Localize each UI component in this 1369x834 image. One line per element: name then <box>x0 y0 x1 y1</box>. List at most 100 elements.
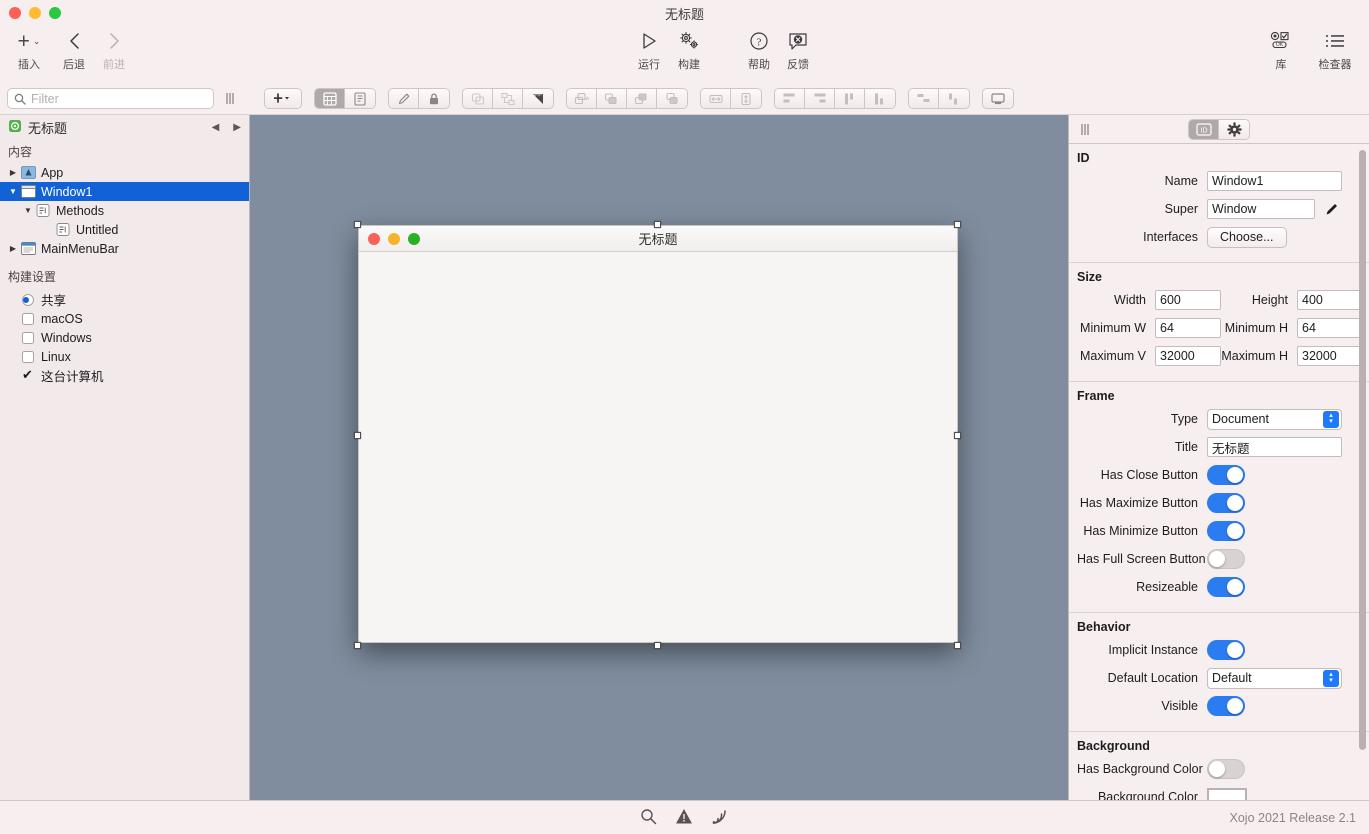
name-field[interactable] <box>1207 171 1342 191</box>
tree-item-app[interactable]: ▶ App <box>0 163 249 182</box>
disclosure-triangle-icon[interactable]: ▼ <box>21 206 35 215</box>
has-close-button-toggle[interactable] <box>1207 465 1245 485</box>
id-badge-icon[interactable]: ID <box>1189 120 1219 139</box>
run-button[interactable]: 运行 <box>630 26 668 72</box>
inspector-scroll-area[interactable]: ID Name Super <box>1069 144 1369 800</box>
has-background-color-toggle[interactable] <box>1207 759 1245 779</box>
resize-handle-middle-right[interactable] <box>954 432 961 439</box>
align-left-icon[interactable] <box>775 89 805 108</box>
resize-handle-middle-left[interactable] <box>354 432 361 439</box>
code-list-icon[interactable] <box>345 89 375 108</box>
disclosure-triangle-icon[interactable]: ▶ <box>6 168 20 177</box>
visible-toggle[interactable] <box>1207 696 1245 716</box>
add-control-button[interactable] <box>265 89 301 108</box>
tree-item-untitled[interactable]: Untitled <box>0 220 249 239</box>
default-location-popup[interactable]: Default ▴▾ <box>1207 668 1342 689</box>
min-height-field[interactable] <box>1297 318 1363 338</box>
checkbox-this-computer[interactable] <box>22 370 34 382</box>
build-target-macos[interactable]: macOS <box>0 309 249 328</box>
disclosure-triangle-icon[interactable]: ▶ <box>6 244 20 253</box>
has-minimize-button-toggle[interactable] <box>1207 521 1245 541</box>
disclosure-triangle-icon[interactable]: ▼ <box>6 187 20 196</box>
build-button[interactable]: 构建 <box>668 26 710 72</box>
bring-front-icon[interactable] <box>567 89 597 108</box>
checkbox-windows[interactable] <box>22 332 34 344</box>
choose-interfaces-button[interactable]: Choose... <box>1207 227 1287 248</box>
align-right-icon[interactable] <box>805 89 835 108</box>
help-button[interactable]: ? 帮助 <box>740 26 778 72</box>
sidebar-back-arrow-icon[interactable]: ◀ <box>212 122 220 133</box>
title-field[interactable] <box>1207 437 1342 457</box>
filter-field[interactable] <box>7 88 214 109</box>
has-fullscreen-button-toggle[interactable] <box>1207 549 1245 569</box>
distribute-vertical-icon[interactable] <box>939 89 969 108</box>
maximize-window-button[interactable] <box>49 7 61 19</box>
sidebar-forward-arrow-icon[interactable]: ▶ <box>233 122 241 133</box>
design-minimize-button[interactable] <box>388 233 400 245</box>
resize-handle-top-center[interactable] <box>654 221 661 228</box>
min-width-field[interactable] <box>1155 318 1221 338</box>
inspector-scrollbar[interactable] <box>1359 150 1366 750</box>
tree-item-window1[interactable]: ▼ Window1 <box>0 182 249 201</box>
checkbox-macos[interactable] <box>22 313 34 325</box>
match-width-icon[interactable] <box>701 89 731 108</box>
design-window-canvas[interactable] <box>359 252 957 642</box>
feedback-button[interactable]: 反馈 <box>778 26 818 72</box>
layout-grid-icon[interactable] <box>315 89 345 108</box>
resize-handle-bottom-center[interactable] <box>654 642 661 649</box>
build-target-linux[interactable]: Linux <box>0 347 249 366</box>
bring-forward-icon[interactable] <box>597 89 627 108</box>
align-top-icon[interactable] <box>835 89 865 108</box>
width-field[interactable] <box>1155 290 1221 310</box>
distribute-horizontal-icon[interactable] <box>909 89 939 108</box>
design-window-preview[interactable]: 无标题 <box>358 225 958 643</box>
resize-handle-bottom-left[interactable] <box>354 642 361 649</box>
build-target-shared[interactable]: 共享 <box>0 290 249 309</box>
search-input[interactable] <box>31 92 207 106</box>
tree-item-mainmenubar[interactable]: ▶ MainMenuBar <box>0 239 249 258</box>
warning-icon[interactable] <box>675 808 693 828</box>
search-icon[interactable] <box>640 808 657 828</box>
forward-button[interactable]: 前进 <box>96 26 132 72</box>
build-target-windows[interactable]: Windows <box>0 328 249 347</box>
broadcast-icon[interactable] <box>711 808 727 828</box>
match-height-icon[interactable] <box>731 89 761 108</box>
super-field[interactable] <box>1207 199 1315 219</box>
pencil-icon[interactable] <box>389 89 419 108</box>
tree-item-methods[interactable]: ▼ Methods <box>0 201 249 220</box>
sidebar-resize-grip[interactable] <box>226 93 234 104</box>
resize-handle-bottom-right[interactable] <box>954 642 961 649</box>
duplicate-icon[interactable] <box>463 89 493 108</box>
swap-icon[interactable] <box>493 89 523 108</box>
chevron-updown-icon[interactable]: ▴▾ <box>1323 670 1339 687</box>
inspector-resize-grip[interactable] <box>1081 124 1089 135</box>
implicit-instance-toggle[interactable] <box>1207 640 1245 660</box>
lock-icon[interactable] <box>419 89 449 108</box>
minimize-window-button[interactable] <box>29 7 41 19</box>
build-target-this-computer[interactable]: 这台计算机 <box>0 366 249 385</box>
height-field[interactable] <box>1297 290 1363 310</box>
type-popup[interactable]: Document ▴▾ <box>1207 409 1342 430</box>
max-width-field[interactable] <box>1155 346 1221 366</box>
resize-handle-top-right[interactable] <box>954 221 961 228</box>
close-window-button[interactable] <box>9 7 21 19</box>
chevron-updown-icon[interactable]: ▴▾ <box>1323 411 1339 428</box>
radio-shared[interactable] <box>22 294 34 306</box>
has-maximize-button-toggle[interactable] <box>1207 493 1245 513</box>
layout-canvas[interactable]: 无标题 <box>250 115 1068 800</box>
screen-preview-icon[interactable] <box>983 89 1013 108</box>
resize-handle-top-left[interactable] <box>354 221 361 228</box>
max-height-field[interactable] <box>1297 346 1363 366</box>
design-maximize-button[interactable] <box>408 233 420 245</box>
edit-super-pencil-icon[interactable] <box>1322 199 1342 219</box>
checkbox-linux[interactable] <box>22 351 34 363</box>
background-color-well[interactable] <box>1207 788 1247 800</box>
send-back-icon[interactable] <box>657 89 687 108</box>
ruler-icon[interactable] <box>523 89 553 108</box>
inspector-button[interactable]: 检查器 <box>1311 26 1359 72</box>
send-backward-icon[interactable] <box>627 89 657 108</box>
design-close-button[interactable] <box>368 233 380 245</box>
insert-button[interactable]: +⌄ 插入 <box>6 26 52 72</box>
library-button[interactable]: OK 库 <box>1265 26 1297 72</box>
resizeable-toggle[interactable] <box>1207 577 1245 597</box>
